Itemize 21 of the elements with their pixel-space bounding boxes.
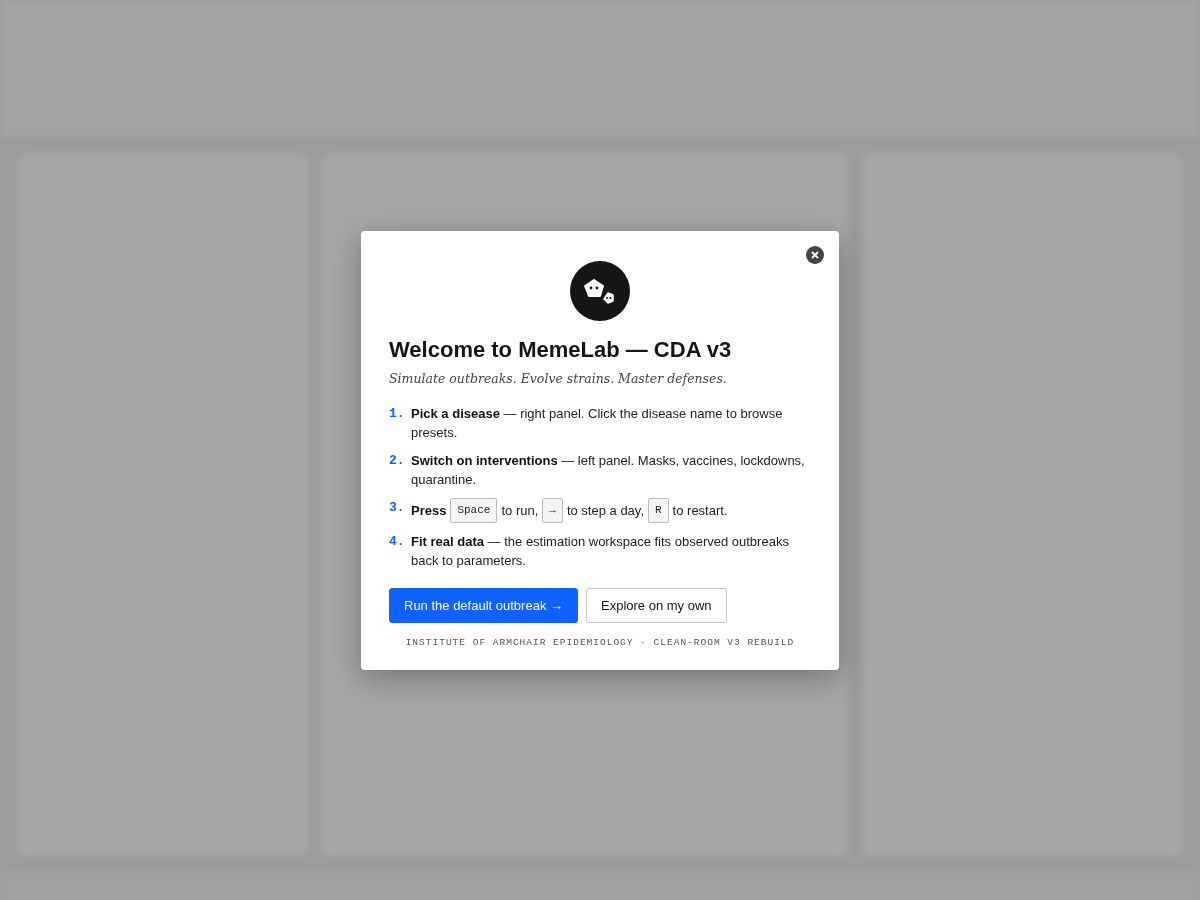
logo-icon [570, 260, 630, 321]
dialog-title: Welcome to MemeLab — CDA v3 [389, 336, 733, 363]
step-text: Pick a disease — right panel. Click the disease name to browse presets. [411, 404, 784, 442]
run-default-button[interactable]: Run the default outbreak → [389, 587, 578, 623]
step-number: 3. [389, 498, 406, 517]
step-number: 4. [389, 532, 406, 551]
step-number: 2. [389, 451, 406, 470]
footer-credit: INSTITUTE OF ARMCHAIR EPIDEMIOLOGY · CLEAN-ROOM V3 REBUILD [404, 636, 796, 648]
step-text: to restart. [672, 501, 728, 520]
step-text: to run, [501, 501, 539, 520]
step-number: 1. [389, 404, 406, 423]
keyboard-key: R [648, 497, 669, 523]
close-icon[interactable] [806, 245, 824, 264]
dialog-subtitle: Simulate outbreaks. Evolve strains. Master defenses. [389, 370, 728, 386]
step-text: to step a day, [566, 501, 644, 520]
step-text: Press [411, 501, 447, 520]
step-text: Switch on interventions — left panel. Masks, vaccines, lockdowns, quarantine. [411, 451, 806, 489]
step-text: Fit real data — the estimation workspace fits observed outbreaks back to parameters. [411, 532, 790, 570]
keyboard-key: Space [450, 497, 498, 523]
explore-button[interactable]: Explore on my own [586, 587, 727, 623]
keyboard-key: → [542, 497, 563, 523]
